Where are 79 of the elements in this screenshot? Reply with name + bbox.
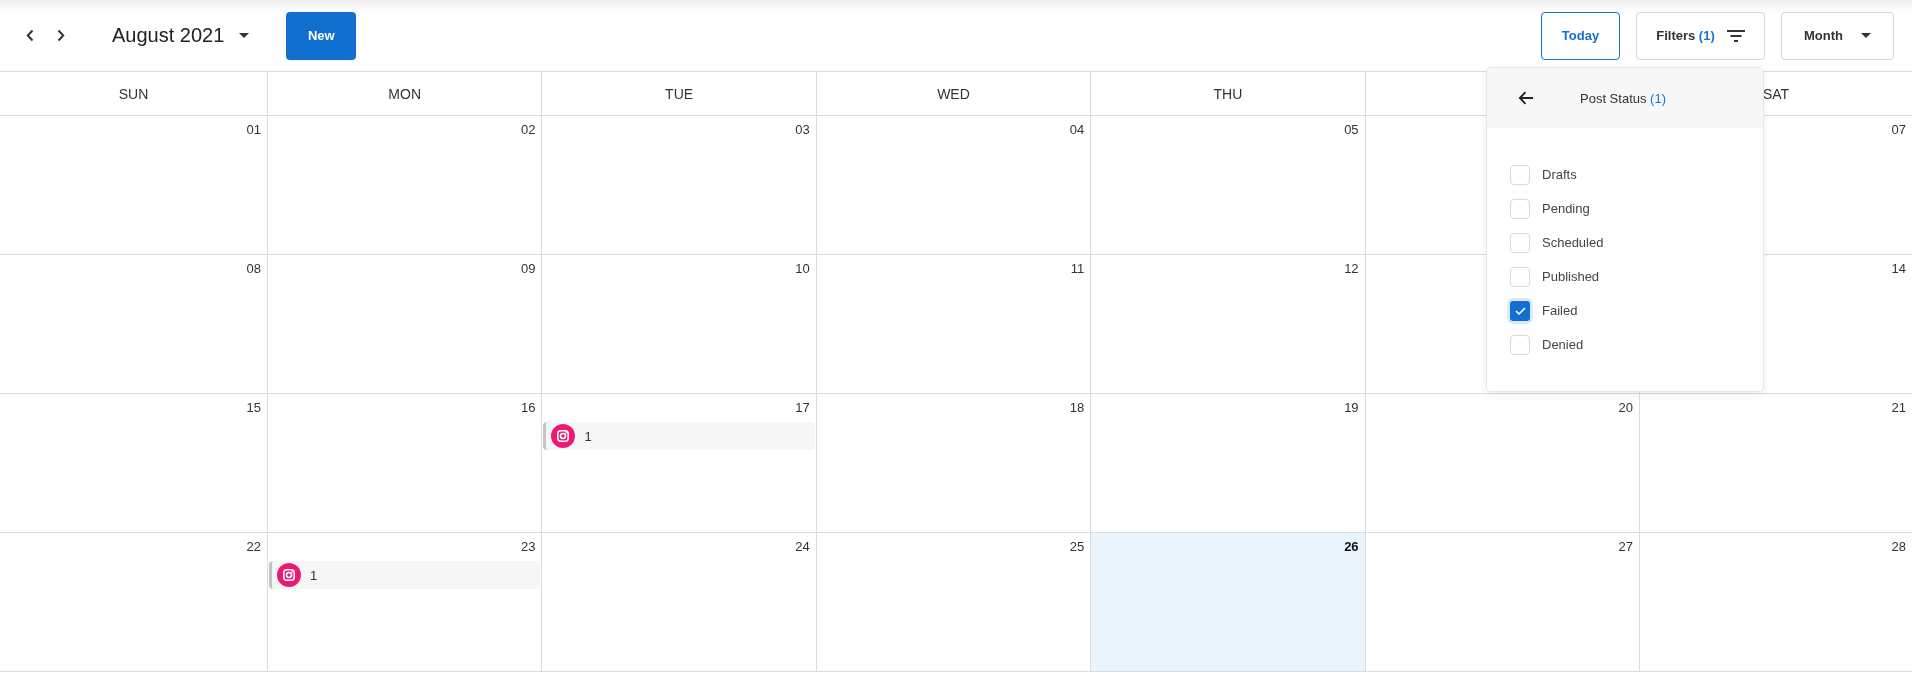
day-cell[interactable]: 24	[542, 533, 817, 672]
day-number: 09	[520, 261, 536, 277]
day-number: 24	[795, 539, 810, 555]
option-label[interactable]: Drafts	[1542, 165, 1577, 185]
option-label[interactable]: Denied	[1542, 335, 1584, 355]
day-number: 07	[1891, 122, 1906, 138]
day-cell[interactable]: 05	[1091, 116, 1366, 255]
checkbox[interactable]	[1510, 335, 1530, 355]
option-label[interactable]: Published	[1542, 267, 1600, 287]
day-cell[interactable]: 11	[816, 255, 1092, 394]
option-label[interactable]: Scheduled	[1542, 233, 1604, 253]
day-cell[interactable]: 10	[542, 255, 817, 394]
checkbox[interactable]	[1510, 165, 1530, 185]
day-cell[interactable]: 09	[268, 255, 543, 394]
day-cell[interactable]: 15	[0, 394, 268, 533]
day-cell[interactable]: 01	[0, 116, 268, 255]
day-number: 08	[246, 261, 261, 277]
chevron-left-icon	[26, 29, 34, 42]
event-count: 1	[584, 428, 592, 444]
day-cell[interactable]: 18	[816, 394, 1092, 533]
check-icon	[1514, 307, 1526, 315]
day-number: 18	[1069, 400, 1085, 416]
day-cell[interactable]: 22	[0, 533, 268, 672]
day-number: 19	[1344, 400, 1359, 416]
day-cell[interactable]: 17 1	[542, 394, 817, 533]
day-number: 23	[520, 539, 536, 555]
day-number: 21	[1891, 400, 1906, 416]
day-cell[interactable]: 04	[816, 116, 1092, 255]
day-number: 12	[1344, 261, 1359, 277]
day-cell[interactable]: 16	[268, 394, 543, 533]
day-number: 25	[1069, 539, 1085, 555]
day-cell[interactable]: 27	[1365, 533, 1640, 672]
day-number: 17	[795, 400, 810, 416]
arrow-left-icon	[1518, 91, 1534, 105]
day-cell[interactable]: 03	[542, 116, 817, 255]
event-count: 1	[310, 567, 318, 583]
new-button[interactable]: New	[286, 11, 357, 60]
day-cell[interactable]: 12	[1091, 255, 1366, 394]
option-label[interactable]: Failed	[1542, 301, 1578, 321]
day-cell[interactable]: 26	[1091, 533, 1366, 672]
chevron-right-icon	[57, 29, 65, 42]
day-number: 05	[1344, 122, 1359, 138]
day-cell[interactable]: 23 1	[268, 533, 543, 672]
day-number: 01	[246, 122, 261, 138]
filter-icon	[1726, 29, 1745, 42]
day-number: 15	[246, 400, 261, 416]
day-cell[interactable]: 20	[1365, 394, 1640, 533]
day-number: 22	[246, 539, 261, 555]
day-number: 02	[520, 122, 536, 138]
camera-icon	[277, 563, 301, 587]
caret-icon	[1861, 33, 1871, 38]
checkbox[interactable]	[1510, 233, 1530, 253]
day-number: 16	[520, 400, 536, 416]
checkbox[interactable]	[1510, 199, 1530, 219]
filters-button[interactable]: Filters (1)	[1636, 11, 1765, 60]
day-number: 03	[795, 122, 810, 138]
event-chip[interactable]: 1	[269, 561, 541, 589]
day-cell[interactable]: 19	[1091, 394, 1366, 533]
day-number: 20	[1618, 400, 1633, 416]
day-cell[interactable]: 08	[0, 255, 268, 394]
day-number: 14	[1891, 261, 1906, 277]
period-picker[interactable]: August 2021	[112, 19, 250, 52]
day-number: 04	[1069, 122, 1085, 138]
caret-icon	[239, 33, 250, 38]
back-button[interactable]	[1518, 91, 1534, 105]
checkbox[interactable]	[1510, 267, 1530, 287]
day-number: 27	[1618, 539, 1633, 555]
day-cell[interactable]: 02	[268, 116, 543, 255]
day-number: 28	[1891, 539, 1906, 555]
option-label[interactable]: Pending	[1542, 199, 1590, 219]
view-picker[interactable]: Month	[1781, 11, 1894, 60]
day-cell[interactable]: 25	[816, 533, 1092, 672]
today-button[interactable]: Today	[1541, 11, 1620, 60]
day-number: 10	[795, 261, 810, 277]
event-chip[interactable]: 1	[543, 422, 815, 450]
checkbox[interactable]	[1507, 298, 1533, 324]
day-number: 11	[1070, 261, 1085, 277]
camera-icon	[551, 424, 576, 448]
day-number: 26	[1344, 539, 1359, 555]
